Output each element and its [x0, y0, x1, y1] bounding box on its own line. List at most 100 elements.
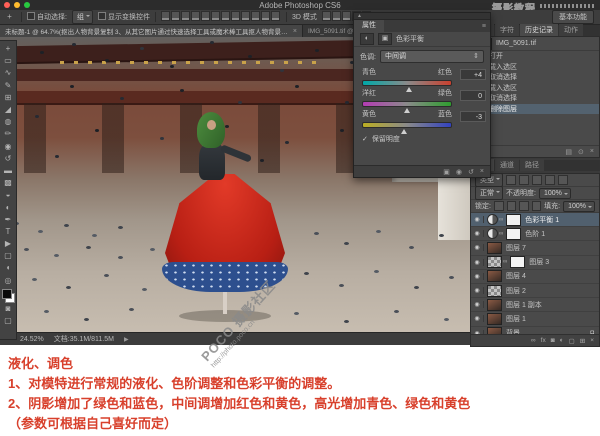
path-selection-tool[interactable]: ▶	[2, 238, 15, 250]
hand-tool[interactable]: ◖	[2, 262, 15, 274]
visibility-eye-icon[interactable]: ◉	[471, 230, 484, 237]
color-swatches[interactable]	[2, 289, 15, 303]
slider-thumb[interactable]	[401, 126, 407, 134]
filter-smart-object-icon[interactable]	[558, 175, 568, 185]
delete-layer-icon[interactable]: ×	[590, 337, 594, 344]
tone-dropdown[interactable]: 中间调 ⇕	[380, 50, 484, 63]
align-center-icon[interactable]	[171, 11, 180, 21]
align-left-icon[interactable]	[161, 11, 170, 21]
filter-adjustment-icon[interactable]	[519, 175, 529, 185]
layer-thumbnail[interactable]	[487, 242, 502, 254]
delete-adjustment-icon[interactable]: ×	[480, 168, 484, 175]
layer-row-1-copy[interactable]: ◉ 图层 1 副本	[471, 298, 599, 312]
align-top-icon[interactable]	[191, 11, 200, 21]
new-snapshot-icon[interactable]: ⊙	[578, 148, 584, 156]
magenta-green-value[interactable]: 0	[460, 90, 486, 101]
align-buttons-group[interactable]	[161, 11, 281, 23]
brush-tool[interactable]: ✏	[2, 128, 15, 140]
new-layer-icon[interactable]: ⊞	[580, 337, 585, 345]
tab-properties[interactable]: 属性	[354, 20, 384, 32]
opacity-dropdown[interactable]: 100%	[539, 188, 571, 199]
move-tool[interactable]: +	[2, 43, 15, 55]
filter-pixel-icon[interactable]	[506, 175, 516, 185]
distribute-bottom-icon[interactable]	[241, 11, 250, 21]
lock-position-icon[interactable]	[519, 201, 529, 211]
visibility-icon[interactable]: ◉	[456, 168, 462, 176]
new-adjustment-icon[interactable]: ◐	[560, 337, 564, 344]
delete-state-icon[interactable]: ×	[590, 148, 594, 155]
workspace-switcher-button[interactable]: 基本功能	[552, 10, 594, 24]
panel-collapse-bar[interactable]: ▲	[354, 13, 490, 20]
tab-character[interactable]: 字符	[495, 24, 519, 36]
layer-style-icon[interactable]: fx	[541, 337, 546, 344]
layer-mask-thumbnail[interactable]	[506, 214, 521, 226]
visibility-eye-icon[interactable]: ◉	[471, 244, 484, 251]
marquee-tool[interactable]: ▭	[2, 55, 15, 67]
layer-mask-thumbnail[interactable]	[510, 256, 525, 268]
align-middle-icon[interactable]	[201, 11, 210, 21]
filter-shape-icon[interactable]	[545, 175, 555, 185]
visibility-eye-icon[interactable]: ◉	[471, 315, 484, 322]
visibility-eye-icon[interactable]: ◉	[471, 287, 484, 294]
auto-select-checkbox[interactable]: 自动选择:	[27, 12, 67, 22]
distribute-center-icon[interactable]	[261, 11, 270, 21]
3d-rotate-icon[interactable]	[322, 11, 331, 21]
status-options-arrow-icon[interactable]: ▶	[124, 336, 129, 343]
dodge-tool[interactable]: ◐	[2, 201, 15, 213]
clip-to-layer-icon[interactable]: ▣	[443, 168, 450, 176]
layer-thumbnail[interactable]	[487, 299, 502, 311]
add-mask-icon[interactable]: ◙	[551, 337, 555, 344]
lock-pixels-icon[interactable]	[507, 201, 517, 211]
yellow-blue-value[interactable]: -3	[460, 111, 486, 122]
layer-thumbnail[interactable]	[487, 285, 502, 297]
new-group-icon[interactable]: ▢	[569, 337, 575, 345]
align-right-icon[interactable]	[181, 11, 190, 21]
screen-mode-button[interactable]: ▢	[2, 315, 15, 327]
yellow-blue-slider[interactable]	[362, 122, 452, 128]
visibility-eye-icon[interactable]: ◉	[471, 301, 484, 308]
filter-type-icon[interactable]	[532, 175, 542, 185]
layer-row-4[interactable]: ◉ 图层 4	[471, 270, 599, 284]
distribute-middle-icon[interactable]	[231, 11, 240, 21]
type-tool[interactable]: T	[2, 226, 15, 238]
foreground-color-swatch[interactable]	[2, 289, 12, 299]
new-document-from-state-icon[interactable]: ▤	[565, 148, 572, 156]
quick-selection-tool[interactable]: ✎	[2, 80, 15, 92]
layer-row-levels[interactable]: ◉ ∞ 色阶 1	[471, 227, 599, 241]
layer-mask-thumbnail[interactable]	[506, 228, 521, 240]
pen-tool[interactable]: ✒	[2, 214, 15, 226]
healing-brush-tool[interactable]: ◍	[2, 116, 15, 128]
reset-icon[interactable]: ↺	[468, 168, 474, 176]
clone-stamp-tool[interactable]: ◉	[2, 141, 15, 153]
layer-row-3[interactable]: ◉ ∞ 图层 3	[471, 256, 599, 270]
panel-menu-icon[interactable]: ≡	[482, 23, 486, 30]
3d-drag-icon[interactable]	[342, 11, 351, 21]
lock-transparent-icon[interactable]	[494, 201, 504, 211]
layer-row-2[interactable]: ◉ 图层 2	[471, 284, 599, 298]
document-tab-untitled[interactable]: 未标题-1 @ 64.7%(抠出人物背景复制 3、从其它图片通过快速选择工具或魔…	[0, 25, 303, 37]
distribute-right-icon[interactable]	[271, 11, 280, 21]
zoom-level-value[interactable]: 24.52%	[20, 336, 44, 343]
cyan-red-value[interactable]: +4	[460, 69, 486, 80]
close-tab-icon[interactable]: ×	[293, 28, 297, 35]
blur-tool[interactable]: ◒	[2, 189, 15, 201]
gradient-tool[interactable]: ▩	[2, 177, 15, 189]
distribute-left-icon[interactable]	[251, 11, 260, 21]
history-brush-tool[interactable]: ↺	[2, 153, 15, 165]
layer-thumbnail[interactable]	[487, 270, 502, 282]
visibility-eye-icon[interactable]: ◉	[471, 216, 484, 223]
layer-thumbnail[interactable]	[487, 313, 502, 325]
layer-row-1[interactable]: ◉ 图层 1	[471, 312, 599, 326]
shape-tool[interactable]: ▢	[2, 250, 15, 262]
quick-mask-button[interactable]: ◙	[2, 303, 15, 315]
fill-dropdown[interactable]: 100%	[563, 201, 595, 212]
3d-roll-icon[interactable]	[332, 11, 341, 21]
layer-thumbnail[interactable]	[487, 256, 502, 268]
zoom-tool[interactable]: ◎	[2, 275, 15, 287]
eyedropper-tool[interactable]: ◢	[2, 104, 15, 116]
preserve-luminosity-checkbox[interactable]: ✓ 保留明度	[354, 128, 490, 144]
layer-row-color-balance[interactable]: ◉ ∞ 色彩平衡 1	[471, 213, 599, 227]
eraser-tool[interactable]: ▬	[2, 165, 15, 177]
layer-row-7[interactable]: ◉ 图层 7	[471, 241, 599, 255]
crop-tool[interactable]: ⊞	[2, 92, 15, 104]
